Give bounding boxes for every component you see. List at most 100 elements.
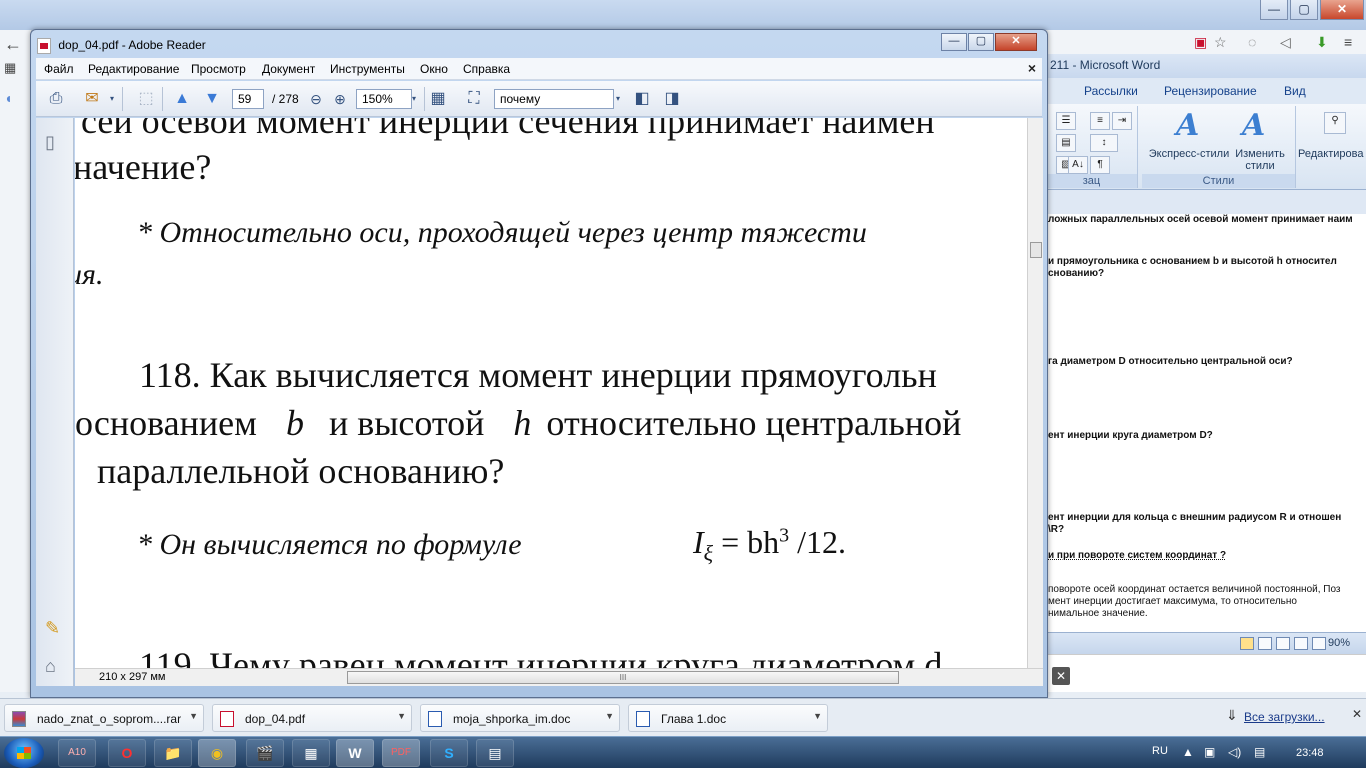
- tray-expand-icon[interactable]: ▲: [1182, 745, 1194, 759]
- browser-minimize-button[interactable]: —: [1260, 0, 1288, 20]
- explorer-app-icon[interactable]: 📁: [154, 739, 192, 767]
- action-center-icon[interactable]: ▤: [1254, 745, 1265, 759]
- pdf-variable: b: [285, 403, 304, 443]
- bookmark-icon[interactable]: ◖: [4, 90, 12, 106]
- word-title: 211 - Microsoft Word: [1050, 58, 1161, 72]
- search-input[interactable]: почему: [494, 89, 614, 109]
- menu-view[interactable]: Просмотр: [191, 62, 246, 76]
- menu-file[interactable]: Файл: [44, 62, 74, 76]
- chevron-down-icon[interactable]: ▾: [102, 89, 122, 109]
- comments-icon[interactable]: ✎: [45, 618, 60, 639]
- menu-help[interactable]: Справка: [463, 62, 510, 76]
- find-previous-icon[interactable]: ◧: [632, 89, 652, 109]
- tab-mailings[interactable]: Рассылки: [1084, 84, 1138, 98]
- aimp-app-icon[interactable]: A10: [58, 739, 96, 767]
- browser-maximize-button[interactable]: ▢: [1290, 0, 1318, 20]
- page-number-input[interactable]: 59: [232, 89, 264, 109]
- sort-az-icon[interactable]: A↓: [1068, 156, 1088, 174]
- word-ribbon: ☰ ≡ ⇥ ▤ ↕ ▨ A↓ ¶ зац A Экспресс-стили A …: [1046, 104, 1366, 190]
- fit-width-icon[interactable]: ⛶: [464, 89, 484, 109]
- reader-minimize-button[interactable]: —: [941, 33, 967, 51]
- apps-grid-icon[interactable]: ▦: [4, 60, 16, 76]
- print-layout-view-icon[interactable]: [1240, 637, 1254, 650]
- outline-view-icon[interactable]: [1294, 637, 1308, 650]
- share-icon[interactable]: ✉: [82, 89, 102, 109]
- express-styles-icon[interactable]: A: [1176, 108, 1199, 143]
- sort-icon[interactable]: ≡: [1090, 112, 1110, 130]
- word-zoom-level[interactable]: 90%: [1328, 637, 1350, 649]
- line-spacing-icon[interactable]: ↕: [1090, 134, 1118, 152]
- zoom-out-icon[interactable]: ⊖: [306, 89, 326, 109]
- indent-icon[interactable]: ⇥: [1112, 112, 1132, 130]
- chrome-app-icon[interactable]: ◉: [198, 739, 236, 767]
- vertical-scroll-thumb[interactable]: [1030, 242, 1042, 258]
- menu-window[interactable]: Окно: [420, 62, 448, 76]
- draft-view-icon[interactable]: [1312, 637, 1326, 650]
- pilcrow-icon[interactable]: ¶: [1090, 156, 1110, 174]
- skype-app-icon[interactable]: S: [430, 739, 468, 767]
- download-item[interactable]: Глава 1.doc ▼: [628, 704, 828, 732]
- vertical-scrollbar[interactable]: [1027, 118, 1043, 668]
- attachments-icon[interactable]: ⌂: [45, 656, 56, 677]
- word-app-icon[interactable]: W: [336, 739, 374, 767]
- pages-panel-icon[interactable]: ▯: [45, 132, 55, 153]
- clock[interactable]: 23:48: [1296, 747, 1324, 759]
- previous-page-icon[interactable]: ▲: [172, 89, 192, 109]
- comment-tool-icon[interactable]: ⬚: [136, 89, 156, 109]
- download-item[interactable]: nado_znat_o_soprom....rar ▼: [4, 704, 204, 732]
- chevron-down-icon[interactable]: ▾: [404, 89, 424, 109]
- chevron-down-icon[interactable]: ▼: [189, 711, 198, 721]
- close-icon[interactable]: ✕: [1052, 667, 1070, 685]
- web-view-icon[interactable]: [1276, 637, 1290, 650]
- volume-icon[interactable]: ◁): [1228, 745, 1241, 759]
- back-arrow-icon[interactable]: ←: [4, 34, 22, 55]
- tab-view[interactable]: Вид: [1284, 84, 1306, 98]
- print-icon[interactable]: ⎙: [46, 89, 66, 109]
- reading-view-icon[interactable]: [1258, 637, 1272, 650]
- editing-button[interactable]: Редактирова: [1298, 148, 1366, 160]
- menu-icon[interactable]: ≡: [1344, 34, 1352, 50]
- volume-icon[interactable]: ◁: [1280, 34, 1291, 51]
- reader-maximize-button[interactable]: ▢: [968, 33, 994, 51]
- media-app-icon[interactable]: 🎬: [246, 739, 284, 767]
- all-downloads-link[interactable]: Все загрузки...: [1244, 710, 1325, 724]
- winrar-app-icon[interactable]: ▤: [476, 739, 514, 767]
- chevron-down-icon[interactable]: ▼: [397, 711, 406, 721]
- browser-close-button[interactable]: ✕: [1320, 0, 1364, 20]
- reader-close-button[interactable]: ✕: [995, 33, 1037, 51]
- justify-icon[interactable]: ▤: [1056, 134, 1076, 152]
- download-arrow-icon[interactable]: ⬇: [1316, 34, 1328, 51]
- express-styles-button[interactable]: Экспресс-стили: [1146, 148, 1232, 160]
- close-download-bar-icon[interactable]: ✕: [1352, 707, 1362, 721]
- chevron-down-icon[interactable]: ▼: [605, 711, 614, 721]
- menu-document[interactable]: Документ: [262, 62, 315, 76]
- menu-edit[interactable]: Редактирование: [88, 62, 179, 76]
- download-item[interactable]: dop_04.pdf ▼: [212, 704, 412, 732]
- menu-tools[interactable]: Инструменты: [330, 62, 405, 76]
- change-styles-icon[interactable]: A: [1242, 108, 1265, 143]
- chevron-down-icon[interactable]: ▾: [608, 89, 628, 109]
- find-next-icon[interactable]: ◨: [662, 89, 682, 109]
- toolbar-separator: [122, 87, 123, 111]
- tab-review[interactable]: Рецензирование: [1164, 84, 1257, 98]
- extension-icon[interactable]: ◌: [1248, 34, 1256, 50]
- chevron-down-icon[interactable]: ▼: [813, 711, 822, 721]
- menubar-close-icon[interactable]: ×: [1028, 60, 1036, 76]
- reader-bottom-bar: 210 x 297 мм III: [75, 668, 1043, 686]
- lastfm-icon[interactable]: ▣: [1194, 34, 1207, 51]
- horizontal-scroll-thumb[interactable]: III: [347, 671, 899, 684]
- language-indicator[interactable]: RU: [1152, 745, 1168, 757]
- multilevel-list-icon[interactable]: ☰: [1056, 112, 1076, 130]
- zoom-in-icon[interactable]: ⊕: [330, 89, 350, 109]
- binoculars-icon[interactable]: ⚲: [1324, 112, 1346, 134]
- apps-app-icon[interactable]: ▦: [292, 739, 330, 767]
- download-item[interactable]: moja_shporka_im.doc ▼: [420, 704, 620, 732]
- star-icon[interactable]: ☆: [1214, 34, 1227, 51]
- start-button[interactable]: [4, 738, 44, 768]
- fit-page-icon[interactable]: ▦: [428, 89, 448, 109]
- change-styles-button[interactable]: Изменить стили: [1232, 148, 1288, 172]
- adobe-reader-app-icon[interactable]: PDF: [382, 739, 420, 767]
- next-page-icon[interactable]: ▼: [202, 89, 222, 109]
- opera-app-icon[interactable]: O: [108, 739, 146, 767]
- network-icon[interactable]: ▣: [1204, 745, 1215, 759]
